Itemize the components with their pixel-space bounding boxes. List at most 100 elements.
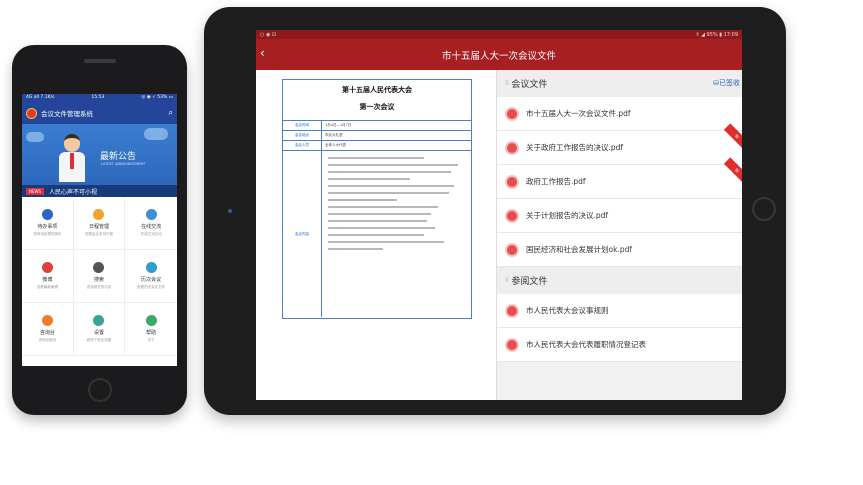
search-icon[interactable]: ⌕ [169,108,173,118]
function-tile[interactable]: 帮助 关于 [125,303,177,356]
doc-row: 会议时间 1月4日—1月7日 [283,120,471,130]
doc-body-text [322,151,471,317]
pdf-file-icon [505,106,519,121]
file-row[interactable]: 关于政府工作报告的决议.pdf 新 [497,123,742,165]
doc-row-key: 会议人员 [283,141,322,150]
signed-status[interactable]: ⛁已签收 [713,78,740,88]
function-tile-desc: 关于 [147,338,155,342]
function-tile-desc: 在线交流互动 [140,232,162,236]
doc-body-key: 会议内容 [283,151,322,317]
phone-home-button[interactable] [88,378,112,402]
history-icon [145,262,157,273]
file-row[interactable]: 关于计划报告的决议.pdf [497,199,742,233]
phone-app-title: 会议文件管理系统 [41,110,93,118]
phone-device: 4G all 7.1K/s 15:53 ◎ ◉ ✓ 53% ▭ 会议文件管理系统… [12,45,187,415]
phone-function-grid: 待办事项 您有待处理的事件 日程管理 查看会议安排日程 在线交流 在线交流互动 微博 查看最新… [22,197,177,356]
tablet-home-button[interactable] [752,197,776,221]
function-tile[interactable]: 搜索 查找相关的内容 [73,250,126,303]
weibo-icon [41,262,53,273]
phone-app-header: 会议文件管理系统 ⌕ [22,102,177,124]
function-tile[interactable]: 设置 修改个性化设置 [73,303,126,356]
tablet-status-right: ⇪ ◢ 95% ▮ 17:09 [695,31,738,38]
pdf-file-icon [505,337,519,352]
function-tile[interactable]: 日程管理查看会议安排日程 [73,197,126,250]
section-header[interactable]: ⊼ 会议文件 ⛁已签收 [497,70,742,97]
phone-status-left: 4G all 7.1K/s [26,95,55,100]
back-icon[interactable]: ‹ [260,46,265,60]
doc-row: 会议人员 全体人大代表 [283,140,471,150]
pdf-file-icon [505,174,519,189]
doc-row-value: 全体人大代表 [325,143,346,147]
file-name: 关于政府工作报告的决议.pdf [526,143,624,152]
document-preview[interactable]: 第十五届人民代表大会 第一次会议 会议时间 1月4日—1月7日 会议地点 市民大… [282,79,472,319]
phone-speaker [84,59,116,63]
function-tile-desc: 查看最新微博 [36,285,58,289]
tablet-camera [228,209,232,213]
file-row[interactable]: 市十五届人大一次会议文件.pdf [497,97,742,131]
phone-status-right: ◎ ◉ ✓ 53% ▭ [141,95,173,100]
tablet-header: ‹ 市十五届人大一次会议文件 [256,39,742,70]
cloud-icon [144,128,168,140]
doc-row: 会议地点 市民大礼堂 [283,130,471,140]
doc-row-key: 会议地点 [283,131,322,140]
function-tile-label: 日程管理 [88,224,109,230]
function-tile-label: 历次会议 [141,277,162,283]
function-tile-desc: 查找相关的内容 [86,285,112,289]
function-tile[interactable]: 待办事项 您有待处理的事件 [22,197,74,250]
expand-icon: ⊼ [505,277,510,284]
function-tile-label: 微博 [42,277,53,283]
phone-status-time: 15:53 [91,95,105,100]
function-tile-desc: 查看会议安排日程 [84,232,113,236]
tablet-device: ○ ◉ ⊡ ⇪ ◢ 95% ▮ 17:09 ‹ 市十五届人大一次会议文件 第十五… [204,7,786,415]
file-name: 国民经济和社会发展计划ok.pdf [526,245,632,254]
doc-row-value: 市民大礼堂 [325,133,343,137]
chat-icon [145,209,157,220]
doc-subtitle: 第一次会议 [359,103,395,111]
banner-title: 最新公告 [100,152,137,162]
news-tag: NEWS [26,187,45,195]
doc-row-value: 1月4日—1月7日 [325,123,352,127]
file-name: 市人民代表大会代表履职情况登记表 [526,340,646,349]
search-icon [93,262,105,273]
official-illustration [59,134,85,189]
file-row[interactable]: 市人民代表大会代表履职情况登记表 [497,328,742,362]
file-name: 关于计划报告的决议.pdf [526,211,609,220]
banner-subtitle: LATEST ANNOUNCEMENT [101,162,146,166]
function-tile-desc: 修改个性化设置 [86,338,112,342]
section-title: 参阅文件 [511,277,548,287]
function-tile[interactable]: 咨询台 咨询台服务 [22,303,74,356]
expand-icon: ⊼ [505,80,510,87]
phone-screen: 4G all 7.1K/s 15:53 ◎ ◉ ✓ 53% ▭ 会议文件管理系统… [22,94,177,366]
file-row[interactable]: 政府工作报告.pdf 新 [497,157,742,199]
news-ticker[interactable]: NEWS 人民心声不可小视 [22,185,177,197]
doc-body: 会议内容 [283,150,471,317]
announcement-banner[interactable]: 最新公告 LATEST ANNOUNCEMENT NEWS 人民心声不可小视 [22,124,177,197]
function-tile-label: 待办事项 [37,224,58,230]
function-tile-desc: 查看历次会议文件 [137,285,166,289]
file-row[interactable]: 市人民代表大会议事规则 [497,294,742,328]
function-tile-label: 帮助 [146,330,157,336]
chart-icon [41,209,53,220]
function-tile-label: 搜索 [93,277,104,283]
function-tile[interactable]: 历次会议查看历次会议文件 [125,250,177,303]
pdf-file-icon [505,208,519,223]
function-tile-desc: 咨询台服务 [38,338,57,342]
consult-icon [41,315,53,326]
function-tile-label: 在线交流 [141,224,162,230]
pdf-file-icon [505,140,519,155]
document-preview-pane: 第十五届人民代表大会 第一次会议 会议时间 1月4日—1月7日 会议地点 市民大… [256,70,497,400]
file-row[interactable]: 国民经济和社会发展计划ok.pdf [497,233,742,267]
function-tile[interactable]: 微博 查看最新微博 [22,250,74,303]
section-header[interactable]: ⊼ 参阅文件 [497,267,742,294]
file-list-pane: ⊼ 会议文件 ⛁已签收市十五届人大一次会议文件.pdf 关于政府工作报告的决议.pdf… [497,70,742,400]
news-text: 人民心声不可小视 [49,188,98,196]
file-name: 市十五届人大一次会议文件.pdf [526,109,631,118]
tablet-content: 第十五届人民代表大会 第一次会议 会议时间 1月4日—1月7日 会议地点 市民大… [256,70,742,400]
help-icon [145,315,157,326]
tablet-screen: ○ ◉ ⊡ ⇪ ◢ 95% ▮ 17:09 ‹ 市十五届人大一次会议文件 第十五… [256,30,742,400]
tablet-status-left: ○ ◉ ⊡ [260,31,277,38]
tablet-status-bar: ○ ◉ ⊡ ⇪ ◢ 95% ▮ 17:09 [256,30,742,39]
doc-row-key: 会议时间 [283,121,322,130]
function-tile[interactable]: 在线交流在线交流互动 [125,197,177,250]
signed-label: 已签收 [719,79,740,87]
